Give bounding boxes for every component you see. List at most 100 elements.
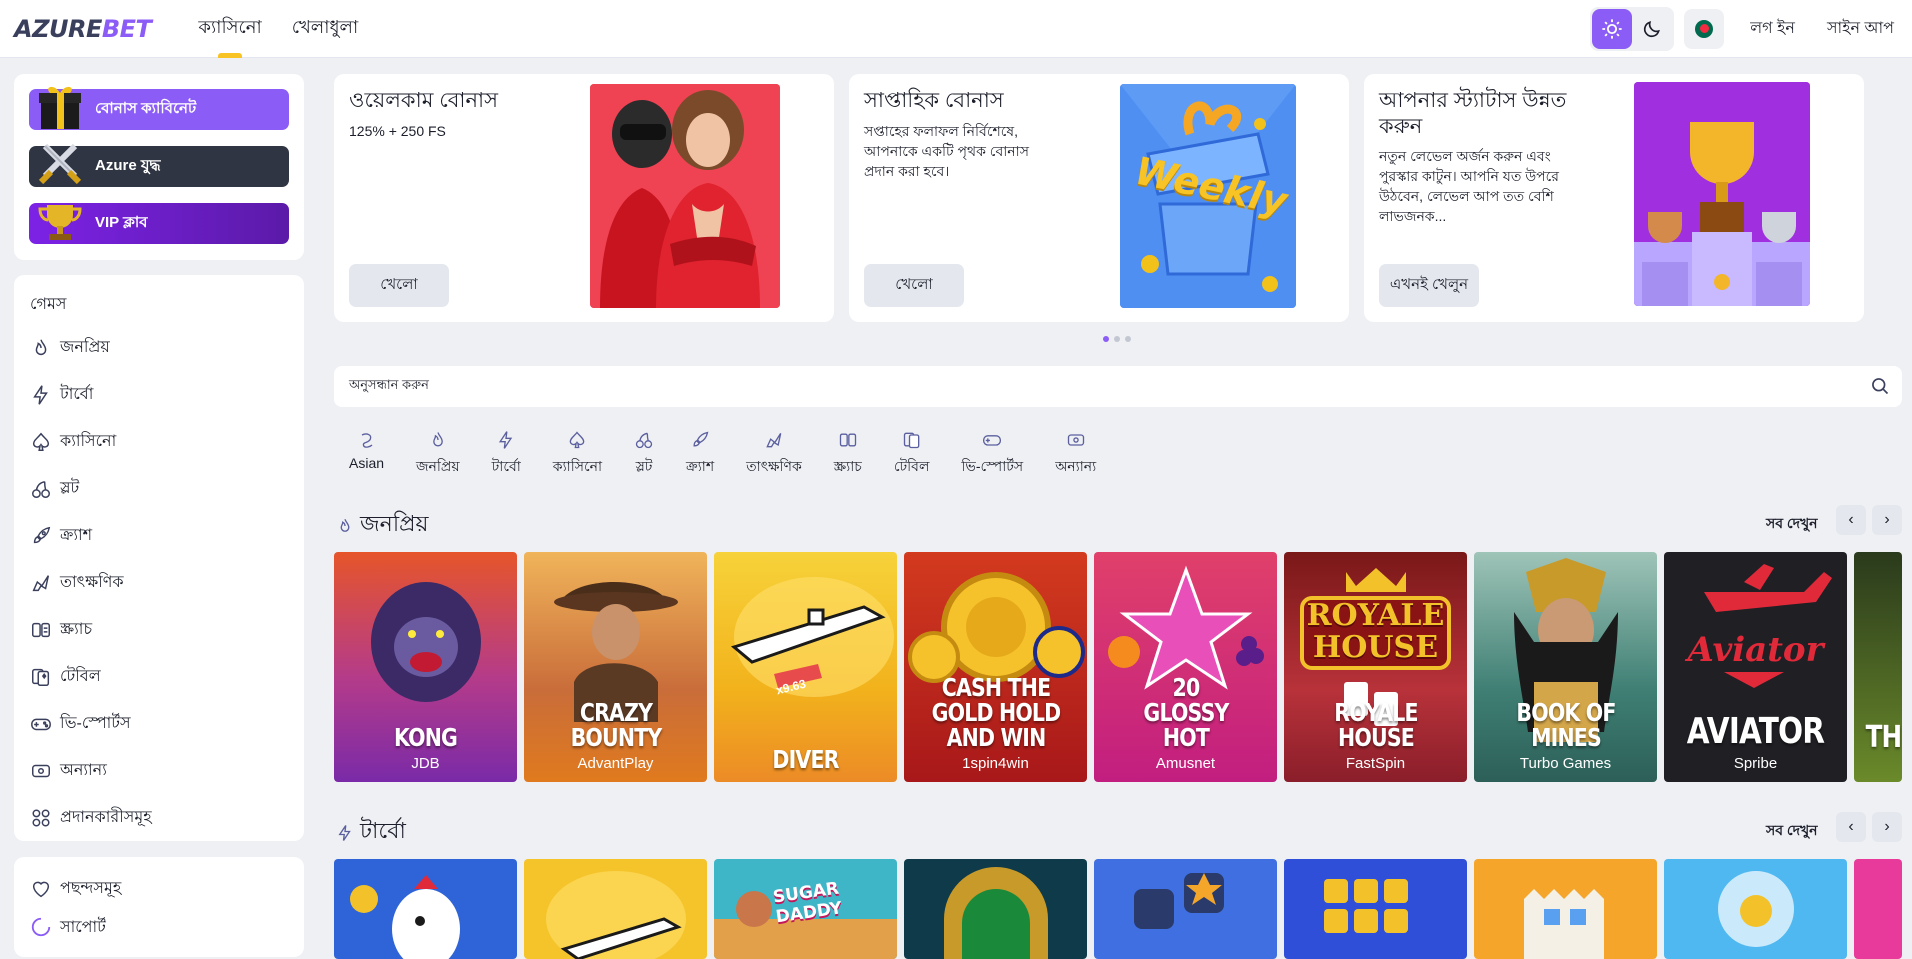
azure-battle-label: Azure যুদ্ধ [95, 157, 161, 174]
turbo-game-tile[interactable] [524, 859, 707, 959]
top-bar: AZUREBET ক্যাসিনো খেলাধুলা লগ ইন সাইন আপ [0, 0, 1912, 58]
category-table[interactable]: টেবিল [878, 430, 946, 479]
search-input[interactable]: অনুসন্ধান করুন [334, 366, 1902, 407]
vip-club-button[interactable]: VIP ক্লাব [29, 203, 289, 244]
category-asian[interactable]: Asian [334, 430, 400, 479]
carousel-dot[interactable] [1125, 336, 1131, 342]
nav-sports[interactable]: খেলাধুলা [277, 0, 373, 58]
category-crash[interactable]: ক্র্যাশ [670, 430, 730, 479]
turbo-game-tile[interactable] [1664, 859, 1847, 959]
sidebar-item-other[interactable]: অন্যান্য [14, 747, 304, 794]
category-vsports[interactable]: ভি-স্পোর্টস [945, 430, 1039, 479]
section-title-turbo: টার্বো [336, 814, 406, 851]
prev-arrow-button[interactable]: ‹ [1836, 812, 1866, 842]
category-popular[interactable]: জনপ্রিয় [400, 430, 476, 479]
category-instant[interactable]: তাৎক্ষণিক [730, 430, 818, 479]
flame-icon [340, 518, 350, 532]
sidebar-item-table[interactable]: টেবিল [14, 653, 304, 700]
top-nav: ক্যাসিনো খেলাধুলা [183, 0, 373, 58]
category-label: স্লট [635, 458, 653, 474]
sidebar-item-providers[interactable]: প্রদানকারীসমূহ [14, 794, 304, 841]
category-label: ক্র্যাশ [686, 458, 715, 474]
promo-title: সাপ্তাহিক বোনাস [864, 89, 1004, 112]
next-arrow-button[interactable]: › [1872, 812, 1902, 842]
promo-play-button[interactable]: এখনই খেলুন [1379, 264, 1479, 307]
turbo-game-tile[interactable] [1854, 859, 1902, 959]
game-provider: Amusnet [1155, 755, 1216, 772]
cards-icon [32, 668, 50, 686]
nav-casino[interactable]: ক্যাসিনো [183, 0, 276, 58]
spade-icon [570, 431, 585, 449]
royale-house-logo: ROYALE HOUSE [1306, 598, 1445, 665]
azure-battle-button[interactable]: Azure যুদ্ধ [29, 143, 289, 187]
game-tile-crazy-bounty[interactable]: CRAZY BOUNTY AdvantPlay [524, 552, 707, 782]
other-games-icon [1067, 434, 1084, 446]
sidebar-item-instant[interactable]: তাৎক্ষণিক [14, 559, 304, 606]
sidebar-item-label: জনপ্রিয় [60, 339, 110, 356]
carousel-dot[interactable] [1114, 336, 1120, 342]
game-tile-cash-the-gold[interactable]: CASH THE GOLD HOLD AND WIN 1spin4win [904, 552, 1087, 782]
search-icon[interactable] [1870, 376, 1890, 399]
promo-play-button[interactable]: খেলো [349, 264, 449, 307]
language-flag-button[interactable] [1684, 8, 1725, 49]
bangladesh-flag-icon [1695, 19, 1714, 38]
prev-arrow-button[interactable]: ‹ [1836, 505, 1866, 535]
sidebar-item-vsports[interactable]: ভি-স্পোর্টস [14, 700, 304, 747]
sidebar-item-favorites[interactable]: পছন্দসমূহ [14, 865, 304, 912]
category-turbo[interactable]: টার্বো [476, 430, 537, 479]
promo-card-welcome: ওয়েলকাম বোনাস 125% + 250 FS খেলো [334, 74, 834, 322]
sidebar-item-support[interactable]: সাপোর্ট [14, 912, 304, 942]
turbo-game-tile[interactable] [1094, 859, 1277, 959]
category-casino[interactable]: ক্যাসিনো [537, 430, 618, 479]
category-other[interactable]: অন্যান্য [1039, 430, 1112, 479]
category-slots[interactable]: স্লট [618, 430, 670, 479]
logo[interactable]: AZUREBET [14, 14, 152, 43]
carousel-dot-active[interactable] [1103, 336, 1109, 342]
game-tile-book-of-mines[interactable]: BOOK OF MINES Turbo Games [1474, 552, 1657, 782]
game-tile-royale-house[interactable]: ROYALE HOUSE ROYALE HOUSE FastSpin [1284, 552, 1467, 782]
promo-play-button[interactable]: খেলো [864, 264, 964, 307]
turbo-game-tile[interactable] [1474, 859, 1657, 959]
see-all-popular[interactable]: সব দেখুন [1766, 512, 1818, 536]
promo-description: সপ্তাহের ফলাফল নির্বিশেষে, আপনাকে একটি প… [864, 123, 1029, 179]
game-tile-aviator[interactable]: Aviator AVIATOR Spribe [1664, 552, 1847, 782]
sidebar-item-label: স্লট [60, 480, 80, 497]
sidebar-item-popular[interactable]: জনপ্রিয় [14, 324, 304, 371]
turbo-game-tile[interactable] [904, 859, 1087, 959]
sidebar-item-crash[interactable]: ক্র্যাশ [14, 512, 304, 559]
game-name: 20 GLOSSY HOT [1143, 673, 1229, 752]
game-provider: Spribe [1733, 755, 1778, 772]
see-all-turbo[interactable]: সব দেখুন [1766, 819, 1818, 843]
promo-title: ওয়েলকাম বোনাস [349, 89, 498, 112]
sidebar-item-slots[interactable]: স্লট [14, 465, 304, 512]
game-provider: AdvantPlay [577, 755, 654, 772]
turbo-game-tile[interactable] [334, 859, 517, 959]
logo-text-azure: AZURE [14, 14, 102, 43]
dark-theme-button[interactable] [1632, 9, 1672, 49]
promo-title: আপনার স্ট্যাটাস উন্নত করুন [1379, 89, 1567, 138]
game-tile-20-glossy-hot[interactable]: 20 GLOSSY HOT Amusnet [1094, 552, 1277, 782]
signup-link[interactable]: সাইন আপ [1821, 7, 1900, 50]
sidebar-item-label: প্রদানকারীসমূহ [60, 809, 152, 826]
game-tile-kong[interactable]: KONG JDB [334, 552, 517, 782]
bonus-cabinet-button[interactable]: বোনাস ক্যাবিনেট [29, 86, 289, 130]
sidebar-bottom-card: পছন্দসমূহ সাপোর্ট [14, 857, 304, 957]
next-arrow-button[interactable]: › [1872, 505, 1902, 535]
turbo-game-tile[interactable] [1284, 859, 1467, 959]
game-tile-diver[interactable]: x9.63 DIVER [714, 552, 897, 782]
games-nav-card: গেমস জনপ্রিয় টার্বো ক্যাসিনো স্লট ক্র্য… [14, 275, 304, 841]
category-label: তাৎক্ষণিক [746, 458, 802, 474]
turbo-game-tile[interactable]: SUGAR DADDY [714, 859, 897, 959]
login-link[interactable]: লগ ইন [1744, 7, 1801, 50]
game-provider: Turbo Games [1519, 755, 1612, 772]
support-icon [31, 917, 51, 937]
sidebar-item-scratch[interactable]: স্ক্র্যাচ [14, 606, 304, 653]
promo-description: 125% + 250 FS [349, 123, 446, 139]
sidebar-item-casino[interactable]: ক্যাসিনো [14, 418, 304, 465]
spade-icon [32, 432, 50, 451]
game-tile-partial[interactable]: TH [1854, 552, 1902, 782]
category-scratch[interactable]: স্ক্র্যাচ [818, 430, 878, 479]
light-theme-button[interactable] [1592, 8, 1633, 49]
sidebar-item-turbo[interactable]: টার্বো [14, 371, 304, 418]
bonus-card: বোনাস ক্যাবিনেট Azure যুদ্ধ VIP ক্লাব [14, 74, 304, 260]
